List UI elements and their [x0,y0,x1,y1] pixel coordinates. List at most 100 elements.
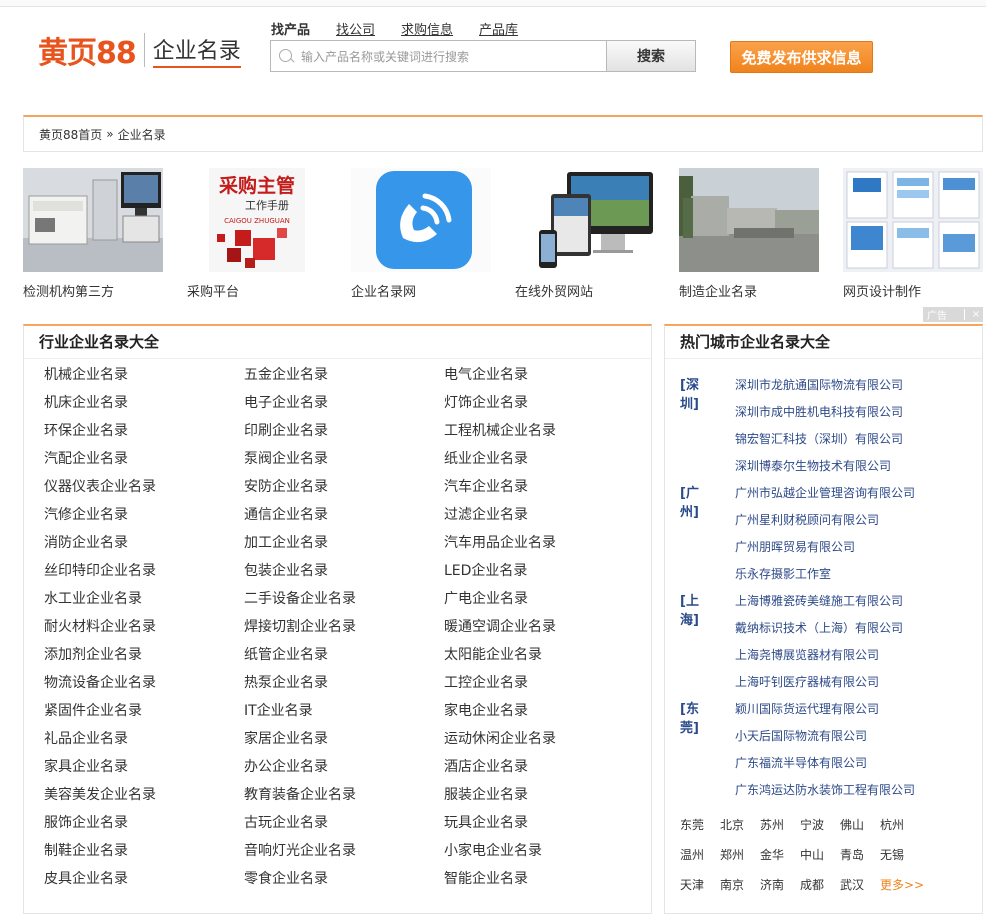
industry-link[interactable]: IT企业名录 [244,700,313,720]
industry-link[interactable]: 古玩企业名录 [244,812,328,832]
industry-link[interactable]: 通信企业名录 [244,504,328,524]
industry-link[interactable]: 机床企业名录 [44,392,128,412]
banner-web-design[interactable]: 网页设计制作 [843,168,983,300]
industry-link[interactable]: 教育装备企业名录 [244,784,356,804]
industry-link[interactable]: 太阳能企业名录 [444,644,542,664]
city-link[interactable]: 无锡 [880,846,904,863]
industry-link[interactable]: 服装企业名录 [444,784,528,804]
city-link[interactable]: 中山 [800,846,824,863]
ad-close-icon[interactable]: × [964,309,983,320]
city-link[interactable]: 苏州 [760,816,784,833]
industry-link[interactable]: 泵阀企业名录 [244,448,328,468]
industry-link[interactable]: 添加剂企业名录 [44,644,142,664]
banner-lab[interactable]: 检测机构第三方 [23,168,163,300]
industry-link[interactable]: 物流设备企业名录 [44,672,156,692]
industry-link[interactable]: 焊接切割企业名录 [244,616,356,636]
company-link[interactable]: 广东鸿运达防水装饰工程有限公司 [735,781,915,798]
industry-link[interactable]: 汽配企业名录 [44,448,128,468]
industry-link[interactable]: 汽车用品企业名录 [444,532,556,552]
city-group-label[interactable]: [上海] [680,590,699,628]
industry-link[interactable]: 皮具企业名录 [44,868,128,888]
industry-link[interactable]: 广电企业名录 [444,588,528,608]
industry-link[interactable]: 玩具企业名录 [444,812,528,832]
company-link[interactable]: 锦宏智汇科技（深圳）有限公司 [735,430,903,447]
company-link[interactable]: 深圳博泰尔生物技术有限公司 [735,457,891,474]
company-link[interactable]: 颖川国际货运代理有限公司 [735,700,879,717]
tab-find-product[interactable]: 找产品 [271,19,310,38]
industry-link[interactable]: 汽车企业名录 [444,476,528,496]
company-link[interactable]: 小天后国际物流有限公司 [735,727,867,744]
industry-link[interactable]: 紧固件企业名录 [44,700,142,720]
industry-link[interactable]: LED企业名录 [444,560,527,580]
industry-link[interactable]: 汽修企业名录 [44,504,128,524]
city-link[interactable]: 东莞 [680,816,704,833]
city-link[interactable]: 南京 [720,876,744,893]
industry-link[interactable]: 五金企业名录 [244,364,328,384]
city-link[interactable]: 北京 [720,816,744,833]
banner-manufacturing[interactable]: 制造企业名录 [679,168,819,300]
industry-link[interactable]: 电子企业名录 [244,392,328,412]
industry-link[interactable]: 酒店企业名录 [444,756,528,776]
industry-link[interactable]: 小家电企业名录 [444,840,542,860]
industry-link[interactable]: 纸管企业名录 [244,644,328,664]
search-button[interactable]: 搜索 [607,40,696,72]
industry-link[interactable]: 包装企业名录 [244,560,328,580]
industry-link[interactable]: 工控企业名录 [444,672,528,692]
city-link[interactable]: 成都 [800,876,824,893]
industry-link[interactable]: 安防企业名录 [244,476,328,496]
industry-link[interactable]: 礼品企业名录 [44,728,128,748]
industry-link[interactable]: 二手设备企业名录 [244,588,356,608]
industry-link[interactable]: 美容美发企业名录 [44,784,156,804]
industry-link[interactable]: 环保企业名录 [44,420,128,440]
city-link[interactable]: 武汉 [840,876,864,893]
breadcrumb-home-link[interactable]: 黄页88首页 [39,126,102,143]
city-group-label[interactable]: [东莞] [680,698,699,736]
industry-link[interactable]: 加工企业名录 [244,532,328,552]
site-logo[interactable]: 黄页88 企业名录 [38,30,241,70]
company-link[interactable]: 广东福流半导体有限公司 [735,754,867,771]
industry-link[interactable]: 音响灯光企业名录 [244,840,356,860]
city-link[interactable]: 青岛 [840,846,864,863]
search-input[interactable] [299,46,603,68]
industry-link[interactable]: 家居企业名录 [244,728,328,748]
company-link[interactable]: 乐永存摄影工作室 [735,565,831,582]
company-link[interactable]: 深圳市成中胜机电科技有限公司 [735,403,903,420]
city-link[interactable]: 金华 [760,846,784,863]
industry-link[interactable]: 热泵企业名录 [244,672,328,692]
industry-link[interactable]: 家具企业名录 [44,756,128,776]
city-link[interactable]: 天津 [680,876,704,893]
city-link[interactable]: 宁波 [800,816,824,833]
banner-directory[interactable]: 企业名录网 [351,168,491,300]
company-link[interactable]: 广州星利财税顾问有限公司 [735,511,879,528]
industry-link[interactable]: 过滤企业名录 [444,504,528,524]
city-link[interactable]: 佛山 [840,816,864,833]
industry-link[interactable]: 暖通空调企业名录 [444,616,556,636]
city-link[interactable]: 杭州 [880,816,904,833]
industry-link[interactable]: 仪器仪表企业名录 [44,476,156,496]
city-link[interactable]: 济南 [760,876,784,893]
industry-link[interactable]: 智能企业名录 [444,868,528,888]
industry-link[interactable]: 服饰企业名录 [44,812,128,832]
company-link[interactable]: 上海博雅瓷砖美缝施工有限公司 [735,592,903,609]
industry-link[interactable]: 电气企业名录 [444,364,528,384]
industry-link[interactable]: 印刷企业名录 [244,420,328,440]
tab-purchase-info[interactable]: 求购信息 [401,19,453,38]
company-link[interactable]: 广州朋晖贸易有限公司 [735,538,855,555]
industry-link[interactable]: 耐火材料企业名录 [44,616,156,636]
city-group-label[interactable]: [深圳] [680,374,699,412]
industry-link[interactable]: 消防企业名录 [44,532,128,552]
banner-purchase[interactable]: 采购主管 工作手册 CAIGOU ZHUGUAN 采购平台 [187,168,327,300]
city-link[interactable]: 温州 [680,846,704,863]
company-link[interactable]: 深圳市龙航通国际物流有限公司 [735,376,903,393]
industry-link[interactable]: 丝印特印企业名录 [44,560,156,580]
industry-link[interactable]: 机械企业名录 [44,364,128,384]
industry-link[interactable]: 家电企业名录 [444,700,528,720]
company-link[interactable]: 广州市弘越企业管理咨询有限公司 [735,484,915,501]
company-link[interactable]: 上海尧博展览器材有限公司 [735,646,879,663]
company-link[interactable]: 上海吁钊医疗器械有限公司 [735,673,879,690]
city-group-label[interactable]: [广州] [680,482,699,520]
industry-link[interactable]: 纸业企业名录 [444,448,528,468]
industry-link[interactable]: 水工业企业名录 [44,588,142,608]
company-link[interactable]: 戴纳标识技术（上海）有限公司 [735,619,903,636]
industry-link[interactable]: 运动休闲企业名录 [444,728,556,748]
